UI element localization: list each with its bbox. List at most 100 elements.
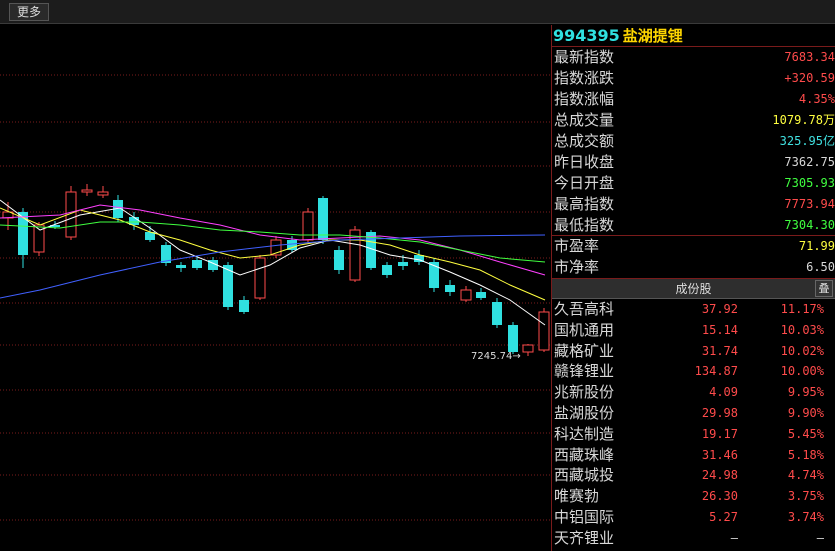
- candle-up: [254, 257, 266, 299]
- quote-list: 最新指数 7683.34 指数涨跌 +320.59 指数涨幅 4.35% 总成交量 1079.…: [552, 47, 835, 236]
- stock-change-pct: 9.95%: [787, 385, 824, 400]
- stock-change-pct: 9.90%: [787, 405, 824, 420]
- quote-row: 指数涨幅 4.35%: [552, 89, 835, 110]
- constituent-row[interactable]: 久吾高科 37.92 11.17%: [552, 299, 835, 320]
- quote-value: 7683.34: [784, 50, 835, 64]
- stock-change-pct: 3.74%: [787, 509, 824, 524]
- index-code: 994395: [553, 26, 620, 45]
- candle-up: [522, 344, 534, 353]
- quote-value: 7305.93: [784, 176, 835, 190]
- stock-price: 29.98: [701, 405, 738, 420]
- low-price-marker: 7245.74→: [471, 351, 521, 362]
- quote-row: 市净率 6.50: [552, 257, 835, 278]
- candle-down: [318, 198, 328, 240]
- quote-label: 市盈率: [554, 237, 600, 255]
- quote-value: 7304.30: [784, 218, 835, 232]
- stock-price: 134.87: [694, 364, 738, 379]
- stock-name: 西藏珠峰: [554, 445, 615, 464]
- stock-name: 藏格矿业: [554, 341, 615, 360]
- constituent-row[interactable]: 唯赛勃 26.30 3.75%: [552, 486, 835, 507]
- candle-down: [476, 292, 486, 298]
- constituent-row[interactable]: 国机通用 15.14 10.03%: [552, 320, 835, 341]
- constituent-row[interactable]: 藏格矿业 31.74 10.02%: [552, 341, 835, 362]
- quote-label: 指数涨跌: [554, 69, 615, 87]
- constituent-row[interactable]: 西藏城投 24.98 4.74%: [552, 465, 835, 486]
- kline-svg: [0, 74, 550, 521]
- constituent-row[interactable]: 科达制造 19.17 5.45%: [552, 424, 835, 445]
- quote-row: 最低指数 7304.30: [552, 215, 835, 236]
- candle-down: [192, 260, 202, 268]
- stock-price: —: [730, 530, 738, 545]
- constituent-row[interactable]: 中铝国际 5.27 3.74%: [552, 507, 835, 528]
- constituents-title: 成份股: [675, 282, 712, 296]
- stock-price: 5.27: [709, 509, 738, 524]
- stock-change-pct: 5.45%: [787, 426, 824, 441]
- stock-name: 盐湖股份: [554, 403, 615, 422]
- stock-name: 赣锋锂业: [554, 362, 615, 381]
- quote-label: 总成交量: [554, 111, 615, 129]
- candle-up: [97, 191, 109, 196]
- candle-down: [18, 212, 28, 255]
- candle-up: [302, 211, 314, 241]
- stack-button[interactable]: 叠: [815, 280, 833, 297]
- index-name: 盐湖提锂: [622, 27, 683, 45]
- kline-chart[interactable]: 7245.74→: [0, 25, 550, 551]
- valuation-list: 市盈率 71.99 市净率 6.50: [552, 236, 835, 278]
- stock-change-pct: 10.03%: [780, 322, 824, 337]
- candle-up: [81, 189, 93, 193]
- stock-price: 37.92: [701, 302, 738, 316]
- quote-value: 7362.75: [784, 155, 835, 169]
- candle-down: [334, 250, 344, 270]
- stock-name: 中铝国际: [554, 507, 615, 526]
- toolbar: 更多: [0, 0, 835, 24]
- quote-label: 最新指数: [554, 48, 615, 66]
- quote-row: 市盈率 71.99: [552, 236, 835, 257]
- stock-name: 西藏城投: [554, 466, 615, 485]
- stock-name: 天齐锂业: [554, 528, 615, 547]
- quote-row: 今日开盘 7305.93: [552, 173, 835, 194]
- stock-name: 久吾高科: [554, 300, 615, 318]
- constituent-row[interactable]: 盐湖股份 29.98 9.90%: [552, 403, 835, 424]
- stock-name: 唯赛勃: [554, 487, 600, 506]
- stock-name: 兆新股份: [554, 383, 615, 402]
- quote-value: 6.50: [806, 260, 835, 274]
- moving-average-line: [0, 207, 546, 301]
- stock-change-pct: 11.17%: [780, 302, 824, 316]
- quote-label: 最高指数: [554, 195, 615, 213]
- candle-down: [508, 325, 518, 352]
- stock-name: 国机通用: [554, 320, 615, 339]
- stock-change-pct: 4.74%: [787, 468, 824, 483]
- constituents-header[interactable]: 成份股 叠: [552, 278, 835, 299]
- stock-change-pct: 3.75%: [787, 489, 824, 504]
- constituent-row[interactable]: 天齐锂业 — —: [552, 528, 835, 549]
- stock-change-pct: 10.02%: [780, 343, 824, 358]
- quote-row: 总成交量 1079.78万: [552, 110, 835, 131]
- quote-value: 71.99: [798, 239, 835, 253]
- quote-value: 1079.78万: [772, 113, 835, 127]
- stock-name: 科达制造: [554, 424, 615, 443]
- candle-up: [538, 311, 550, 351]
- constituent-row[interactable]: 兆新股份 4.09 9.95%: [552, 382, 835, 403]
- constituent-row[interactable]: 赣锋锂业 134.87 10.00%: [552, 361, 835, 382]
- stock-price: 26.30: [701, 489, 738, 504]
- quote-value: 4.35%: [798, 92, 835, 106]
- stock-change-pct: 10.00%: [780, 364, 824, 379]
- candle-down: [492, 302, 502, 325]
- constituent-row[interactable]: 西藏珠峰 31.46 5.18%: [552, 445, 835, 466]
- quote-label: 最低指数: [554, 216, 615, 234]
- candle-down: [445, 285, 455, 292]
- quote-row: 最新指数 7683.34: [552, 47, 835, 68]
- quote-row: 总成交额 325.95亿: [552, 131, 835, 152]
- candle-down: [398, 262, 408, 266]
- stock-price: 4.09: [709, 385, 738, 400]
- more-button[interactable]: 更多: [9, 3, 49, 21]
- quote-label: 总成交额: [554, 132, 615, 150]
- quote-label: 今日开盘: [554, 174, 615, 192]
- moving-average-line: [0, 199, 546, 326]
- stock-price: 31.46: [701, 447, 738, 462]
- quote-row: 昨日收盘 7362.75: [552, 152, 835, 173]
- quote-row: 最高指数 7773.94: [552, 194, 835, 215]
- index-title: 994395 盐湖提锂: [552, 25, 835, 47]
- quote-value: 7773.94: [784, 197, 835, 211]
- quote-value: 325.95亿: [779, 134, 835, 148]
